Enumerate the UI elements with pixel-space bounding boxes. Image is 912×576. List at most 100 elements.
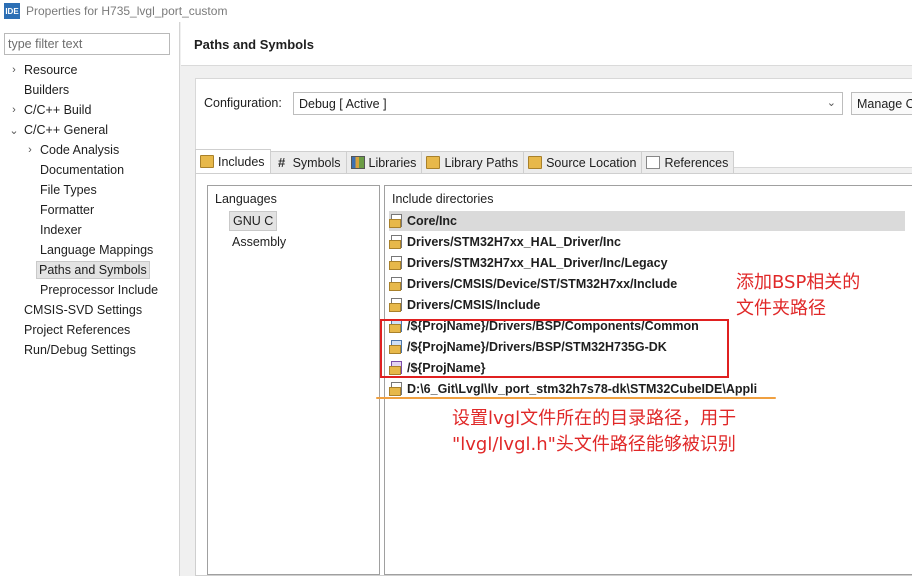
- include-path: Drivers/STM32H7xx_HAL_Driver/Inc/Legacy: [407, 256, 668, 270]
- languages-list: Languages GNU C Assembly: [207, 185, 380, 575]
- language-item-gnu-c[interactable]: GNU C: [229, 211, 278, 231]
- tab-label: Source Location: [546, 155, 637, 170]
- sidebar-item-indexer[interactable]: Indexer: [0, 220, 180, 240]
- hash-icon: #: [277, 155, 286, 170]
- configuration-value: Debug [ Active ]: [299, 96, 387, 111]
- annotation-lvgl-line2: "lvgl/lvgl.h"头文件路径能够被识别: [452, 434, 736, 455]
- sidebar-item-label: Paths and Symbols: [36, 261, 150, 279]
- folder-icon: [389, 277, 405, 291]
- includes-tab-content: Languages GNU C Assembly Include directo…: [195, 173, 912, 576]
- sidebar-item-cpp-general[interactable]: ⌄ C/C++ General: [0, 120, 180, 140]
- include-row[interactable]: Core/Inc: [389, 211, 905, 231]
- sidebar-item-code-analysis[interactable]: › Code Analysis: [0, 140, 180, 160]
- include-path: Drivers/CMSIS/Device/ST/STM32H7xx/Includ…: [407, 277, 678, 291]
- tab-label: Libraries: [368, 155, 417, 170]
- sidebar-item-label: Project References: [24, 323, 131, 337]
- sidebar-item-label: Language Mappings: [40, 243, 154, 257]
- language-item-assembly[interactable]: Assembly: [229, 232, 289, 252]
- chevron-down-icon[interactable]: ⌄: [6, 124, 22, 137]
- tab-references[interactable]: References: [641, 151, 735, 173]
- include-row[interactable]: /${ProjName}: [389, 358, 905, 378]
- tab-libraries[interactable]: Libraries: [345, 151, 423, 173]
- chevron-right-icon[interactable]: ›: [6, 104, 22, 116]
- sidebar-item-label: C/C++ Build: [24, 103, 92, 117]
- sidebar-item-file-types[interactable]: File Types: [0, 180, 180, 200]
- sidebar-item-cpp-build[interactable]: › C/C++ Build: [0, 100, 180, 120]
- include-path: /${ProjName}: [407, 361, 486, 375]
- include-path: Drivers/CMSIS/Include: [407, 298, 541, 312]
- sidebar-item-project-references[interactable]: Project References: [0, 320, 180, 340]
- folder-icon: [389, 298, 405, 312]
- folder-icon: [389, 235, 405, 249]
- project-folder-icon: [389, 361, 405, 375]
- workspace-folder-icon: [389, 319, 405, 333]
- sidebar-item-label: Documentation: [40, 163, 125, 177]
- tab-bar: Includes # Symbols Libraries Library Pat…: [195, 149, 735, 173]
- sidebar-item-builders[interactable]: Builders: [0, 80, 180, 100]
- sidebar-item-label: Resource: [24, 63, 78, 77]
- sidebar-item-resource[interactable]: › Resource: [0, 60, 180, 80]
- sidebar-item-label: Run/Debug Settings: [24, 343, 136, 357]
- sidebar-item-formatter[interactable]: Formatter: [0, 200, 180, 220]
- tab-label: Symbols: [292, 155, 341, 170]
- ide-app-icon: IDE: [4, 3, 20, 19]
- sidebar-item-label: Indexer: [40, 223, 82, 237]
- sidebar-item-label: Preprocessor Include: [40, 283, 159, 297]
- workspace-folder-icon: [389, 340, 405, 354]
- annotation-bsp-line2: 文件夹路径: [736, 298, 826, 319]
- sidebar-item-label: Builders: [24, 83, 70, 97]
- tab-symbols[interactable]: # Symbols: [269, 151, 347, 173]
- tab-label: Library Paths: [444, 155, 519, 170]
- properties-sidebar: › Resource Builders › C/C++ Build ⌄ C/C+…: [0, 22, 180, 576]
- configuration-select[interactable]: Debug [ Active ] ⌄: [293, 92, 843, 115]
- manage-configurations-button[interactable]: Manage C: [851, 92, 912, 115]
- sidebar-item-documentation[interactable]: Documentation: [0, 160, 180, 180]
- chevron-down-icon: ⌄: [826, 97, 836, 109]
- sidebar-item-language-mappings[interactable]: Language Mappings: [0, 240, 180, 260]
- window-titlebar: IDE Properties for H735_lvgl_port_custom: [0, 0, 912, 22]
- folder-icon: [426, 156, 441, 169]
- languages-header: Languages: [215, 192, 277, 206]
- folder-icon: [200, 155, 214, 168]
- sidebar-item-run-debug-settings[interactable]: Run/Debug Settings: [0, 340, 180, 360]
- include-directories-list: Include directories Core/Inc Drivers/STM…: [384, 185, 912, 575]
- include-row[interactable]: Drivers/STM32H7xx_HAL_Driver/Inc: [389, 232, 905, 252]
- include-path: /${ProjName}/Drivers/BSP/STM32H735G-DK: [407, 340, 667, 354]
- include-row[interactable]: /${ProjName}/Drivers/BSP/STM32H735G-DK: [389, 337, 905, 357]
- lvgl-path-underline: [376, 397, 776, 399]
- chevron-right-icon[interactable]: ›: [6, 64, 22, 76]
- property-tree: › Resource Builders › C/C++ Build ⌄ C/C+…: [0, 60, 180, 360]
- page-title: Paths and Symbols: [194, 37, 314, 52]
- include-path: /${ProjName}/Drivers/BSP/Components/Comm…: [407, 319, 699, 333]
- folder-icon: [389, 214, 405, 228]
- sidebar-item-label: Formatter: [40, 203, 95, 217]
- sidebar-item-paths-and-symbols[interactable]: Paths and Symbols: [0, 260, 180, 280]
- include-row[interactable]: D:\6_Git\Lvgl\lv_port_stm32h7s78-dk\STM3…: [389, 379, 905, 399]
- folder-icon: [528, 156, 543, 169]
- tab-label: References: [664, 155, 729, 170]
- include-path: Core/Inc: [407, 214, 458, 228]
- annotation-lvgl-line1: 设置lvgl文件所在的目录路径，用于: [452, 408, 737, 429]
- tab-library-paths[interactable]: Library Paths: [421, 151, 525, 173]
- configuration-label: Configuration:: [204, 96, 282, 110]
- sidebar-item-preprocessor-include[interactable]: Preprocessor Include: [0, 280, 180, 300]
- tab-includes[interactable]: Includes: [195, 149, 271, 173]
- include-directories-header: Include directories: [392, 192, 494, 206]
- sidebar-item-cmsis-svd-settings[interactable]: CMSIS-SVD Settings: [0, 300, 180, 320]
- file-icon: [646, 156, 661, 169]
- sidebar-item-label: File Types: [40, 183, 97, 197]
- filter-input[interactable]: [4, 33, 170, 55]
- sidebar-item-label: C/C++ General: [24, 123, 109, 137]
- folder-icon: [389, 382, 405, 396]
- folder-icon: [389, 256, 405, 270]
- include-path: D:\6_Git\Lvgl\lv_port_stm32h7s78-dk\STM3…: [407, 382, 758, 396]
- library-icon: [350, 156, 365, 169]
- sidebar-item-label: Code Analysis: [40, 143, 120, 157]
- chevron-right-icon[interactable]: ›: [22, 144, 38, 156]
- annotation-bsp-line1: 添加BSP相关的: [736, 272, 861, 293]
- tab-source-location[interactable]: Source Location: [523, 151, 643, 173]
- page-header: Paths and Symbols: [181, 22, 912, 66]
- annotation-lvgl: 设置lvgl文件所在的目录路径，用于 "lvgl/lvgl.h"头文件路径能够被…: [452, 406, 736, 458]
- include-path: Drivers/STM32H7xx_HAL_Driver/Inc: [407, 235, 621, 249]
- annotation-bsp: 添加BSP相关的 文件夹路径: [736, 270, 860, 322]
